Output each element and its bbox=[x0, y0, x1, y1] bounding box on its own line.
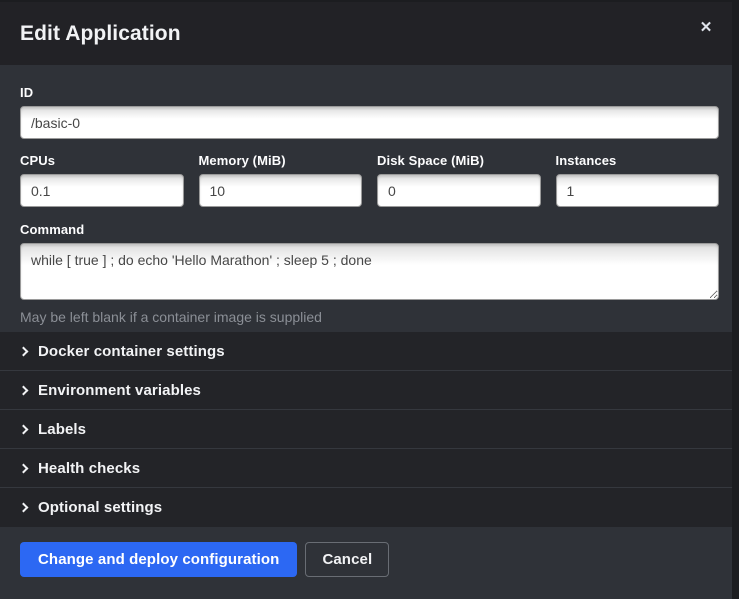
section-label: Health checks bbox=[38, 460, 140, 477]
section-environment-variables[interactable]: Environment variables bbox=[0, 371, 732, 410]
section-label: Environment variables bbox=[38, 382, 201, 399]
chevron-right-icon bbox=[19, 424, 29, 434]
modal-header: Edit Application ✕ bbox=[0, 2, 732, 65]
cpus-field-group: CPUs bbox=[20, 153, 184, 207]
disk-input[interactable] bbox=[377, 174, 541, 207]
backdrop-strip bbox=[732, 0, 739, 599]
command-textarea[interactable]: while [ true ] ; do echo 'Hello Marathon… bbox=[20, 243, 719, 300]
resources-row: CPUs Memory (MiB) Disk Space (MiB) Insta… bbox=[20, 153, 719, 207]
chevron-right-icon bbox=[19, 463, 29, 473]
memory-field-group: Memory (MiB) bbox=[199, 153, 363, 207]
disk-label: Disk Space (MiB) bbox=[377, 153, 541, 168]
section-label: Optional settings bbox=[38, 499, 162, 516]
edit-application-modal: Edit Application ✕ ID CPUs Memory (MiB) … bbox=[0, 2, 732, 599]
command-help-text: May be left blank if a container image i… bbox=[20, 309, 719, 325]
cpus-label: CPUs bbox=[20, 153, 184, 168]
section-docker-container-settings[interactable]: Docker container settings bbox=[0, 332, 732, 371]
section-label: Docker container settings bbox=[38, 343, 225, 360]
section-label: Labels bbox=[38, 421, 86, 438]
modal-title: Edit Application bbox=[20, 22, 181, 46]
section-labels[interactable]: Labels bbox=[0, 410, 732, 449]
id-input[interactable] bbox=[20, 106, 719, 139]
cancel-button[interactable]: Cancel bbox=[305, 542, 389, 577]
close-icon[interactable]: ✕ bbox=[695, 17, 717, 39]
modal-footer: Change and deploy configuration Cancel bbox=[0, 527, 732, 599]
modal-body: ID CPUs Memory (MiB) Disk Space (MiB) In… bbox=[0, 65, 732, 332]
instances-label: Instances bbox=[556, 153, 720, 168]
collapsible-sections: Docker container settings Environment va… bbox=[0, 332, 732, 527]
chevron-right-icon bbox=[19, 503, 29, 513]
command-field-group: Command while [ true ] ; do echo 'Hello … bbox=[20, 222, 719, 325]
id-field-group: ID bbox=[20, 85, 719, 139]
memory-label: Memory (MiB) bbox=[199, 153, 363, 168]
memory-input[interactable] bbox=[199, 174, 363, 207]
chevron-right-icon bbox=[19, 385, 29, 395]
section-optional-settings[interactable]: Optional settings bbox=[0, 488, 732, 527]
instances-input[interactable] bbox=[556, 174, 720, 207]
instances-field-group: Instances bbox=[556, 153, 720, 207]
section-health-checks[interactable]: Health checks bbox=[0, 449, 732, 488]
id-label: ID bbox=[20, 85, 719, 100]
cpus-input[interactable] bbox=[20, 174, 184, 207]
chevron-right-icon bbox=[19, 346, 29, 356]
change-and-deploy-button[interactable]: Change and deploy configuration bbox=[20, 542, 297, 577]
command-label: Command bbox=[20, 222, 719, 237]
disk-field-group: Disk Space (MiB) bbox=[377, 153, 541, 207]
